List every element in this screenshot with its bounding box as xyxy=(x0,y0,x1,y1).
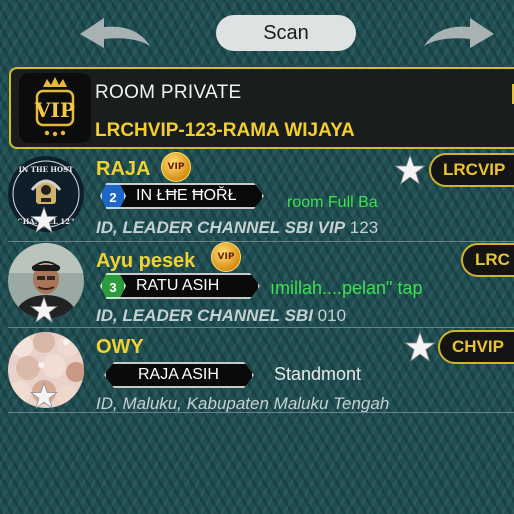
back-arrow-icon[interactable] xyxy=(74,12,154,56)
user-row[interactable]: OWY RAJA ASIH Standmont ID, Maluku, Kabu… xyxy=(0,328,514,413)
channel-tag-button[interactable]: LRC xyxy=(461,243,514,277)
vip-logo-text: VIP xyxy=(34,98,75,122)
user-status: Standmont xyxy=(274,364,362,384)
vip-badge-icon: VIP xyxy=(161,152,191,182)
star-icon xyxy=(30,382,58,410)
user-info: ID, LEADER CHANNEL SBI VIP 123 xyxy=(96,218,379,237)
star-icon xyxy=(30,206,58,234)
vip-badge-icon: VIP xyxy=(211,242,241,272)
level-title: RAJA ASIH xyxy=(104,362,254,388)
level-title: RATU ASIH xyxy=(104,273,260,299)
user-name: RAJA xyxy=(96,158,151,180)
user-status: room Full Ba xyxy=(287,194,378,211)
user-status: ımillah....pelan" tap xyxy=(270,278,423,298)
user-row[interactable]: Ayu pesek VIP RATU ASIH 3 ımillah....pel… xyxy=(0,242,514,327)
scan-button[interactable]: Scan xyxy=(216,15,356,51)
room-type-label: ROOM PRIVATE xyxy=(95,82,242,103)
star-icon xyxy=(404,331,436,363)
star-icon xyxy=(394,154,426,186)
user-info: ID, LEADER CHANNEL SBI 010 xyxy=(96,306,347,325)
star-icon xyxy=(30,296,58,324)
empty-list-area xyxy=(0,412,514,514)
forward-arrow-icon[interactable] xyxy=(420,12,500,56)
top-bar: Scan xyxy=(0,0,514,66)
user-name: OWY xyxy=(96,336,144,358)
user-row[interactable]: IN THE HOST CHANNEL 123 RAJA VIP IN ŁĦE … xyxy=(0,150,514,240)
user-name: Ayu pesek xyxy=(96,250,196,272)
user-info: ID, Maluku, Kabupaten Maluku Tengah xyxy=(96,394,390,413)
channel-tag-button[interactable]: LRCVIP xyxy=(429,153,514,187)
channel-tag-button[interactable]: CHVIP xyxy=(438,330,514,364)
avatar-text-top: IN THE HOST xyxy=(19,165,74,174)
private-room-card[interactable]: VIP ROOM PRIVATE LRCHVIP-123-RAMA WIJAYA xyxy=(9,67,514,149)
level-title: IN ŁĦE ĦOŘŁ xyxy=(104,183,264,209)
room-name: LRCHVIP-123-RAMA WIJAYA xyxy=(95,120,355,141)
vip-room-logo: VIP xyxy=(19,73,91,143)
